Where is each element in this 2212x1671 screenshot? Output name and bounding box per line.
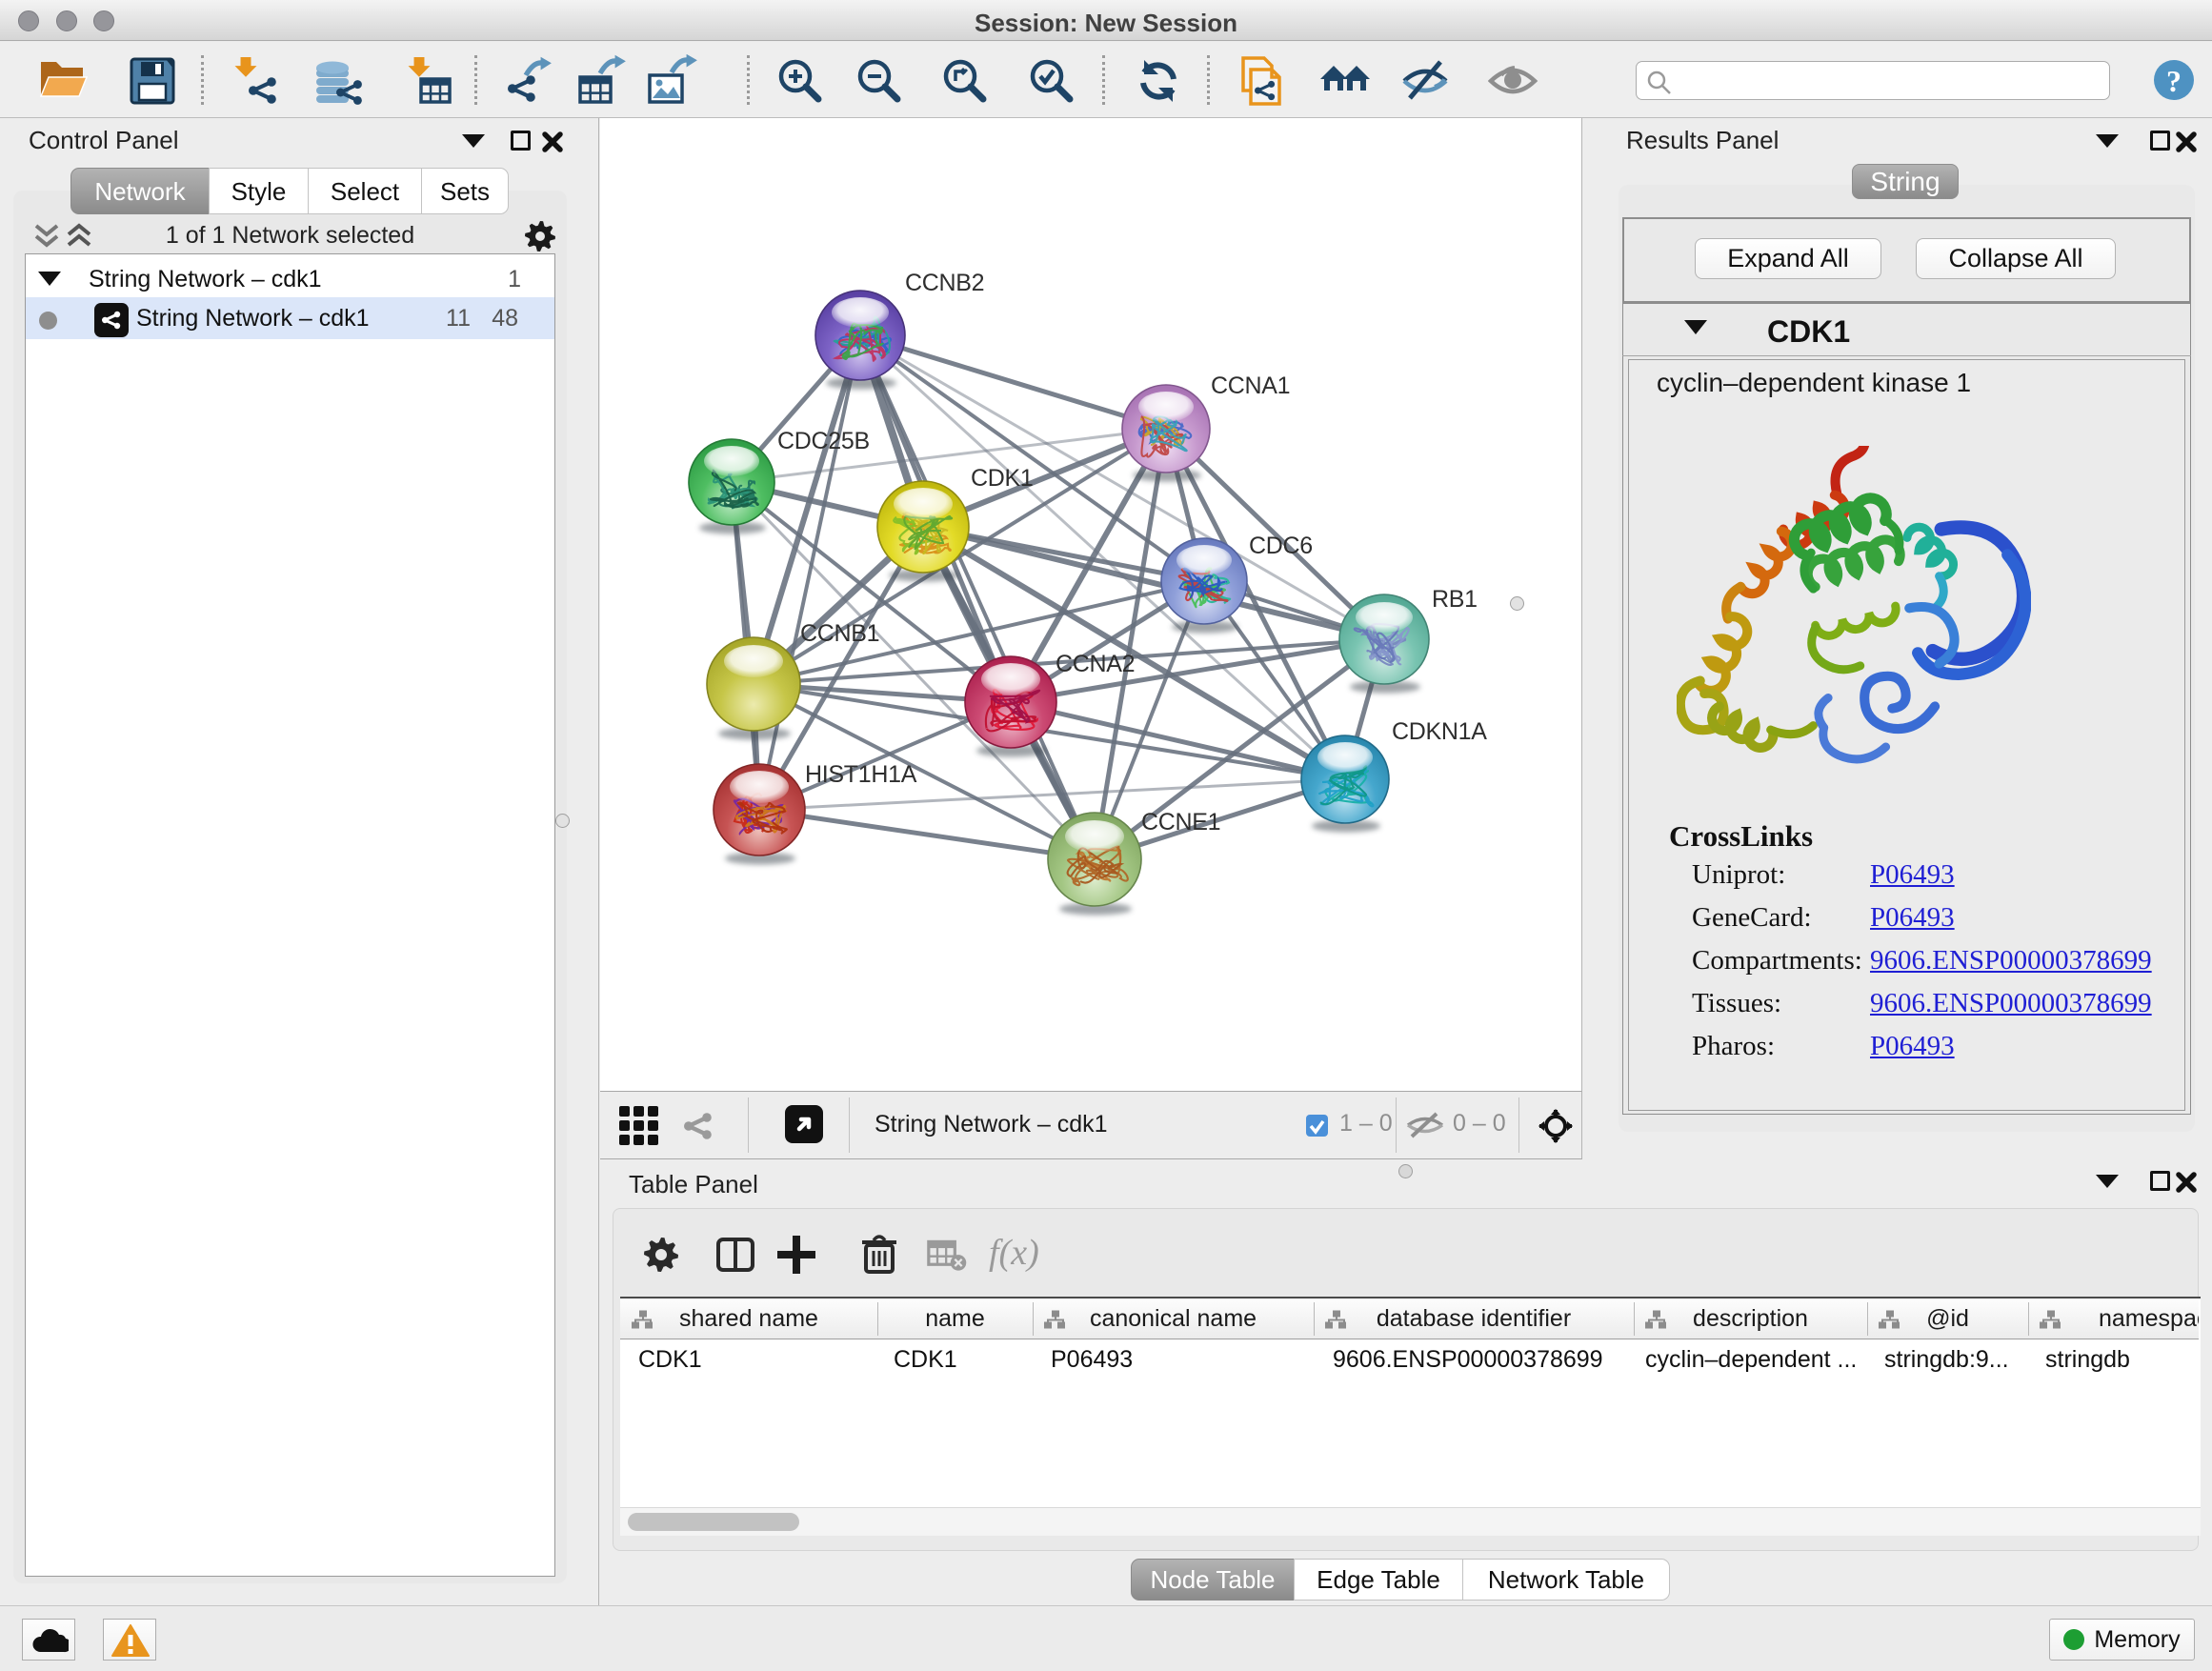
svg-text:CCNE1: CCNE1 (1141, 809, 1220, 836)
svg-text:CDC6: CDC6 (1249, 533, 1313, 559)
svg-text:CDK1: CDK1 (971, 465, 1034, 492)
svg-text:CCNB2: CCNB2 (905, 270, 984, 296)
svg-text:CDC25B: CDC25B (777, 428, 870, 454)
svg-text:HIST1H1A: HIST1H1A (805, 761, 917, 788)
svg-text:CCNA2: CCNA2 (1056, 651, 1135, 677)
svg-text:CCNB1: CCNB1 (800, 620, 879, 647)
svg-text:CCNA1: CCNA1 (1211, 372, 1290, 399)
svg-text:RB1: RB1 (1432, 586, 1478, 613)
svg-text:CDKN1A: CDKN1A (1392, 718, 1487, 745)
